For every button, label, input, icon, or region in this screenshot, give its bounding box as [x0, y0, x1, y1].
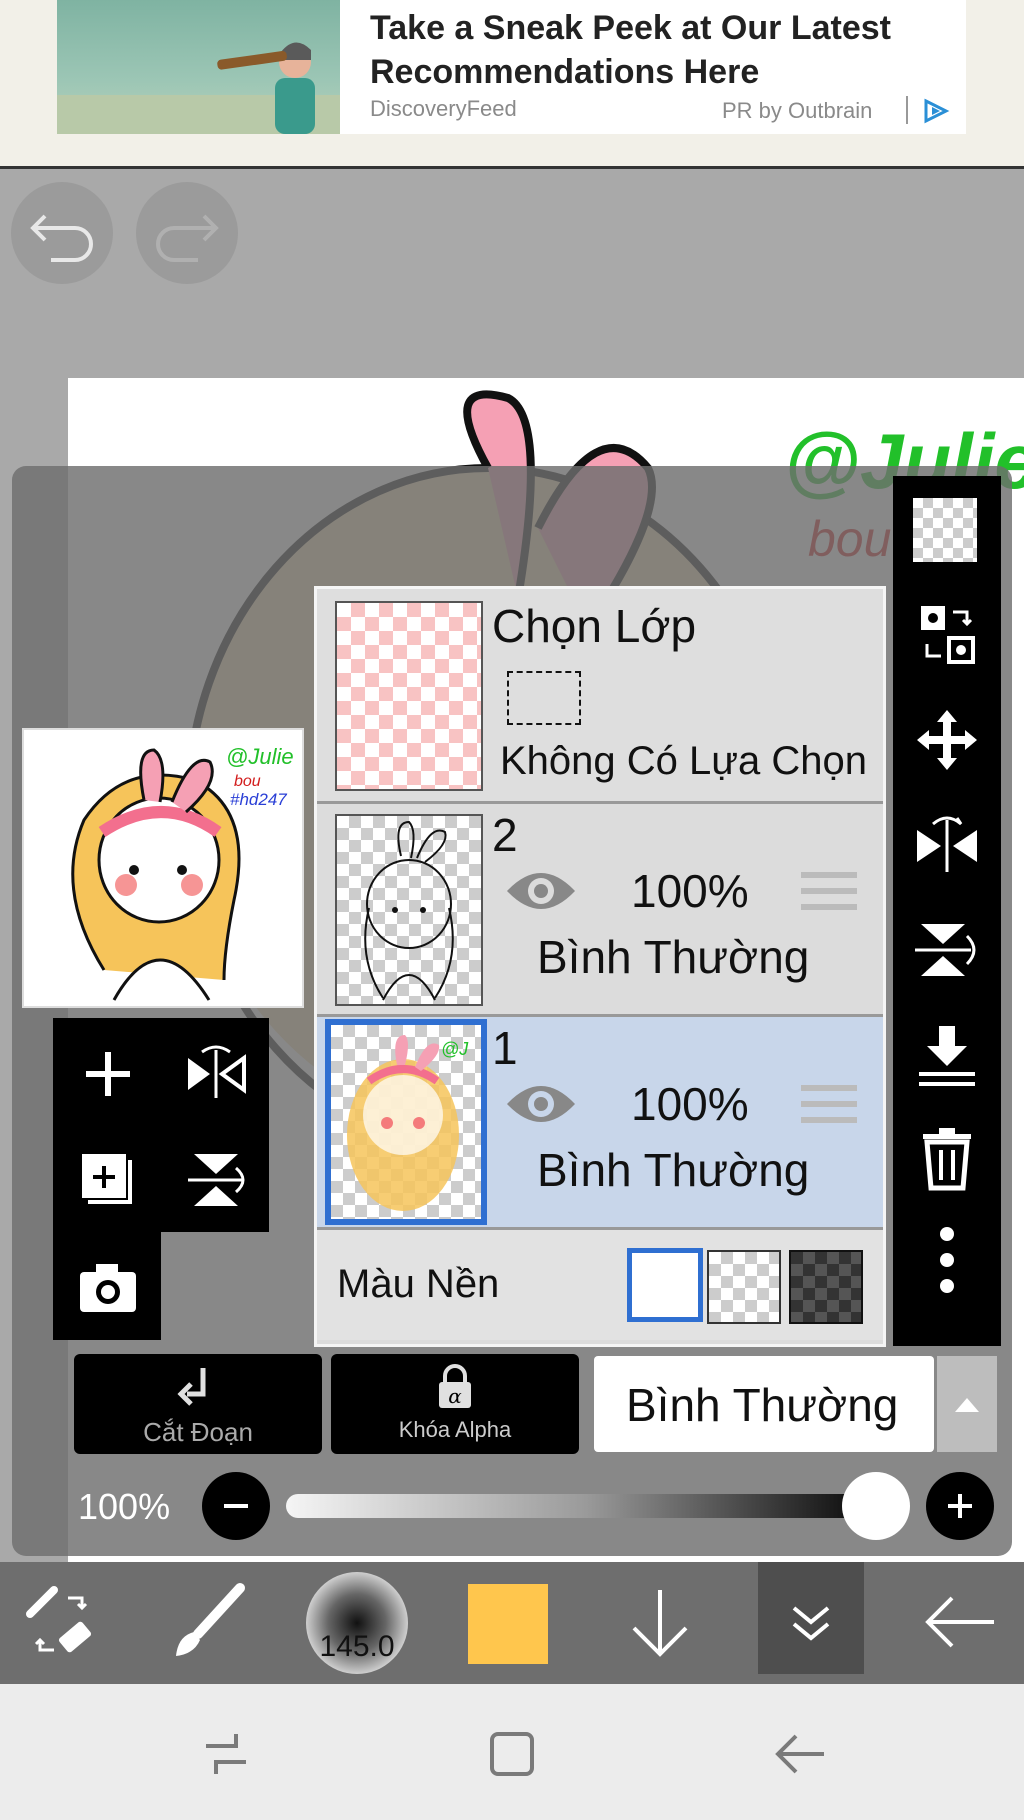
background-transparent-swatch[interactable] [707, 1250, 781, 1324]
ad-divider [906, 96, 908, 124]
duplicate-layer-button[interactable] [70, 1142, 146, 1218]
alpha-lock-label: Khóa Alpha [398, 1417, 512, 1442]
blend-mode-select[interactable]: Bình Thường [594, 1356, 934, 1452]
layer-thumbnail: @J [325, 1019, 487, 1225]
svg-text:@Julie: @Julie [226, 744, 294, 769]
ad-banner[interactable]: Take a Sneak Peek at Our Latest Recommen… [0, 0, 1024, 169]
background-color-label: Màu Nền [337, 1262, 500, 1306]
layers-toggle-button[interactable] [758, 1562, 864, 1674]
plus-icon [86, 1052, 130, 1096]
layer-row-selected[interactable]: @J 1 100% Bình Thường [317, 1017, 883, 1230]
eye-icon[interactable] [503, 1079, 579, 1129]
recent-apps-icon[interactable] [196, 1724, 256, 1784]
copy-layer-icon [82, 1154, 132, 1204]
more-options-icon[interactable] [913, 1226, 981, 1294]
blend-mode-value: Bình Thường [626, 1379, 899, 1431]
selection-status: Không Có Lựa Chọn [500, 739, 868, 783]
opacity-label: 100% [78, 1486, 171, 1527]
opacity-decrease-button[interactable] [202, 1472, 270, 1540]
move-icon[interactable] [913, 706, 981, 774]
ad-sponsor[interactable]: PR by Outbrain [722, 98, 872, 124]
alpha-lock-icon: α [439, 1364, 471, 1408]
undo-icon [30, 214, 93, 262]
swap-layer-icon[interactable] [913, 600, 981, 668]
layer-list: Chọn Lớp Không Có Lựa Chọn 2 100% Bình T… [314, 586, 886, 1347]
layer-name: 2 [492, 809, 518, 861]
preview-watermark-tag: #hd247 [230, 790, 287, 809]
chevron-double-down-icon [792, 1606, 830, 1641]
redo-icon [156, 214, 219, 262]
ad-photo-illustration [57, 42, 340, 134]
selection-layer-title: Chọn Lớp [492, 600, 697, 652]
layer-opacity: 100% [631, 1078, 749, 1130]
opacity-increase-button[interactable] [926, 1472, 994, 1540]
undo-button[interactable] [11, 182, 113, 284]
ad-card[interactable]: Take a Sneak Peek at Our Latest Recommen… [340, 0, 966, 134]
ad-image[interactable] [57, 0, 340, 134]
preview-artwork: @Julie bou [71, 744, 294, 1001]
svg-text:α: α [448, 1384, 462, 1408]
camera-icon [80, 1264, 136, 1312]
layer-2-artwork [364, 820, 454, 1001]
redo-button[interactable] [136, 182, 238, 284]
merge-down-icon[interactable] [913, 1022, 981, 1090]
background-white-swatch[interactable] [627, 1248, 703, 1322]
canvas-preview-thumbnail: @Julie bou #hd247 [22, 728, 304, 1008]
add-layer-button[interactable] [70, 1036, 146, 1112]
main-toolbar: 145.0 [0, 1562, 1024, 1684]
layer-name: 1 [492, 1022, 518, 1074]
selection-layer-row[interactable]: Chọn Lớp Không Có Lựa Chọn [317, 589, 883, 804]
transparency-checker-icon[interactable] [913, 498, 977, 562]
background-dark-swatch[interactable] [789, 1250, 863, 1324]
svg-text:@J: @J [441, 1039, 469, 1059]
arrow-down-icon[interactable] [620, 1582, 700, 1662]
opacity-slider-thumb[interactable] [842, 1472, 910, 1540]
home-icon[interactable] [482, 1724, 542, 1784]
clipping-button[interactable]: Cắt Đoạn [74, 1354, 322, 1454]
tool-switch-icon[interactable] [24, 1584, 100, 1660]
flip-vertical-icon[interactable] [913, 916, 981, 984]
blend-mode-dropdown-toggle[interactable] [937, 1356, 997, 1452]
caret-up-icon [955, 1398, 979, 1412]
layer-row[interactable]: 2 100% Bình Thường [317, 804, 883, 1017]
brush-size-value: 145.0 [319, 1630, 395, 1663]
system-navigation-bar [0, 1684, 1024, 1820]
layer-1-artwork: @J [347, 1035, 469, 1211]
layer-blend-mode: Bình Thường [537, 931, 810, 983]
back-arrow-icon[interactable] [920, 1582, 1000, 1662]
plus-icon [948, 1494, 972, 1518]
adchoices-icon[interactable] [922, 98, 950, 124]
trash-icon[interactable] [913, 1124, 981, 1192]
layer-blend-mode: Bình Thường [537, 1144, 810, 1196]
flip-vertical-icon [188, 1154, 245, 1206]
alpha-lock-button[interactable]: α Khóa Alpha [331, 1354, 579, 1454]
layer-thumbnail [335, 814, 483, 1006]
layer-actions-toolbar [893, 476, 1001, 1346]
minus-icon [224, 1504, 248, 1508]
drag-handle-icon[interactable] [801, 870, 857, 914]
background-color-row: Màu Nền [317, 1230, 883, 1340]
layer-opacity: 100% [631, 865, 749, 917]
clipping-label: Cắt Đoạn [143, 1417, 253, 1447]
system-back-icon[interactable] [770, 1724, 830, 1784]
opacity-slider-track[interactable] [286, 1494, 886, 1518]
color-picker-button[interactable] [468, 1584, 548, 1664]
camera-import-button[interactable] [70, 1250, 146, 1326]
svg-text:bou: bou [234, 773, 261, 790]
eye-icon[interactable] [503, 866, 579, 916]
clipping-arrow-icon [177, 1368, 206, 1406]
ad-title[interactable]: Take a Sneak Peek at Our Latest Recommen… [370, 6, 950, 94]
brush-size-button[interactable]: 145.0 [306, 1572, 408, 1674]
flip-horizontal-icon[interactable] [913, 810, 981, 878]
flip-horizontal-layer-button[interactable] [178, 1036, 254, 1112]
selection-thumbnail [335, 601, 483, 791]
ad-source: DiscoveryFeed [370, 96, 517, 121]
selection-marquee-icon [507, 671, 581, 725]
flip-vertical-layer-button[interactable] [178, 1142, 254, 1218]
drag-handle-icon[interactable] [801, 1083, 857, 1127]
flip-horizontal-icon [188, 1045, 246, 1098]
brush-icon[interactable] [168, 1582, 248, 1662]
